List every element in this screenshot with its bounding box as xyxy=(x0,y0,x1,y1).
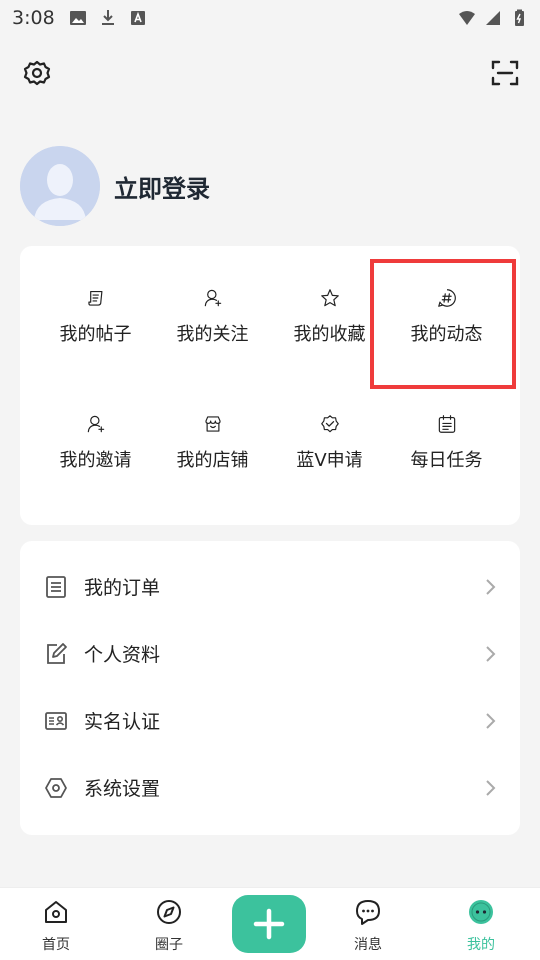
settings-gear-icon[interactable] xyxy=(22,58,52,88)
grid-item-my-store[interactable]: 我的店铺 xyxy=(154,372,271,472)
plus-icon xyxy=(253,908,285,940)
edit-document-icon xyxy=(47,642,67,664)
tab-messages[interactable]: 消息 xyxy=(323,888,413,960)
grid-item-label: 我的帖子 xyxy=(59,324,132,345)
hexagon-settings-icon xyxy=(45,777,67,798)
status-bar: 3:08 xyxy=(0,0,540,36)
image-notification-icon xyxy=(69,11,86,25)
wifi-icon xyxy=(459,11,475,25)
list-item-label: 个人资料 xyxy=(84,644,161,666)
tab-home[interactable]: 首页 xyxy=(11,888,101,960)
top-actions xyxy=(0,56,540,90)
grid-item-label: 蓝V申请 xyxy=(296,450,363,471)
list-item-profile-info[interactable]: 个人资料 xyxy=(20,620,520,687)
list-item-my-orders[interactable]: 我的订单 xyxy=(20,553,520,620)
chevron-right-icon xyxy=(486,578,496,595)
list-item-label: 实名认证 xyxy=(84,711,161,733)
grid-item-daily-tasks[interactable]: 每日任务 xyxy=(388,372,505,472)
chevron-right-icon xyxy=(486,779,496,796)
list-item-label: 我的订单 xyxy=(84,577,161,599)
grid-item-label: 我的动态 xyxy=(410,324,483,345)
tab-mine[interactable]: 我的 xyxy=(436,888,526,960)
grid-item-label: 我的店铺 xyxy=(176,450,249,471)
order-list-icon xyxy=(46,575,66,598)
chat-icon xyxy=(356,900,380,925)
id-card-icon xyxy=(45,711,67,730)
follow-user-icon xyxy=(204,289,221,307)
grid-item-label: 每日任务 xyxy=(410,450,483,471)
grid-item-my-favorites[interactable]: 我的收藏 xyxy=(271,246,388,346)
download-icon xyxy=(101,10,114,25)
profile-header[interactable]: 立即登录 xyxy=(20,146,210,226)
chevron-right-icon xyxy=(486,645,496,662)
status-time: 3:08 xyxy=(12,7,55,29)
settings-list-card: 我的订单 个人资料 实名认证 系统设置 xyxy=(20,541,520,835)
invite-user-icon xyxy=(87,415,104,433)
login-link[interactable]: 立即登录 xyxy=(114,169,210,204)
tab-circle[interactable]: 圈子 xyxy=(124,888,214,960)
tab-label: 圈子 xyxy=(155,937,183,953)
signal-icon xyxy=(486,11,500,25)
battery-icon xyxy=(515,9,524,26)
compass-icon xyxy=(157,900,181,924)
grid-item-blue-v-apply[interactable]: 蓝V申请 xyxy=(271,372,388,472)
grid-item-label: 我的收藏 xyxy=(293,324,366,345)
chevron-right-icon xyxy=(486,712,496,729)
grid-item-label: 我的关注 xyxy=(176,324,249,345)
list-item-label: 系统设置 xyxy=(84,778,161,800)
list-item-real-name-verify[interactable]: 实名认证 xyxy=(20,687,520,754)
list-item-system-settings[interactable]: 系统设置 xyxy=(20,754,520,821)
grid-item-my-posts[interactable]: 我的帖子 xyxy=(37,246,154,346)
verified-badge-icon xyxy=(320,415,339,433)
feature-grid-card: 我的帖子 我的关注 我的收藏 我的动态 我的邀请 我的店铺 蓝V申请 每日任务 xyxy=(20,246,520,525)
text-notification-icon xyxy=(130,11,145,25)
calendar-task-icon xyxy=(438,415,455,433)
add-post-button[interactable] xyxy=(232,895,306,953)
bottom-tab-bar: 首页 圈子 消息 我的 xyxy=(0,887,540,960)
home-icon xyxy=(45,901,67,923)
scan-icon[interactable] xyxy=(490,58,520,88)
default-avatar-icon xyxy=(20,146,100,226)
grid-item-my-invites[interactable]: 我的邀请 xyxy=(37,372,154,472)
profile-face-icon xyxy=(469,900,493,924)
tab-label: 首页 xyxy=(42,937,70,953)
tab-label: 我的 xyxy=(467,937,495,953)
star-icon xyxy=(320,289,339,307)
grid-item-label: 我的邀请 xyxy=(59,450,132,471)
avatar[interactable] xyxy=(20,146,100,226)
grid-item-my-activity[interactable]: 我的动态 xyxy=(388,246,505,346)
store-icon xyxy=(204,416,221,432)
grid-item-my-follows[interactable]: 我的关注 xyxy=(154,246,271,346)
tab-label: 消息 xyxy=(354,937,382,953)
hashtag-chat-icon xyxy=(437,289,456,307)
post-icon xyxy=(87,290,102,306)
